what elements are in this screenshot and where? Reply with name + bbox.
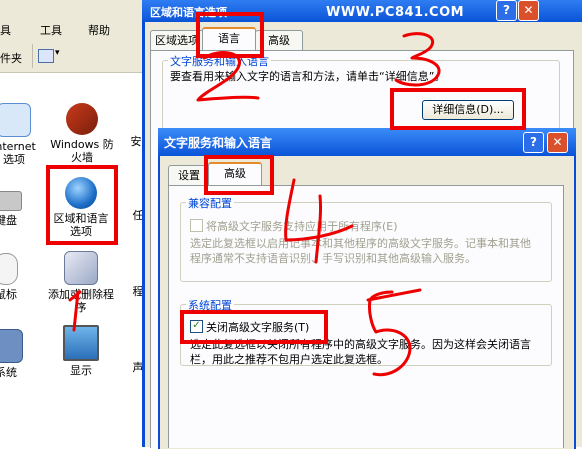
step-number-3 [394,32,441,87]
step-number-2 [196,51,260,102]
step-number-4-stem [314,194,323,264]
step-number-5 [368,290,412,377]
annotation-scribbles [68,32,441,377]
